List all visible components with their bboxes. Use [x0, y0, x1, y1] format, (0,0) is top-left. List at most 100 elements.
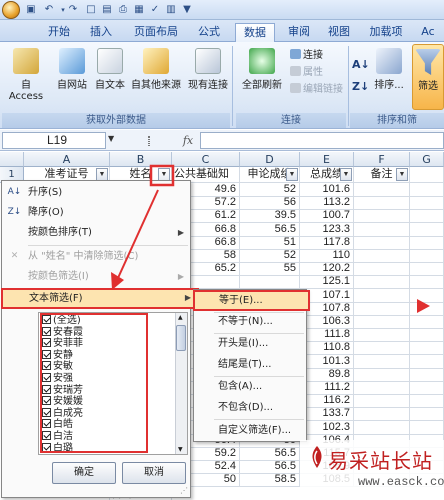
submenu-item-begins-with[interactable]: 开头是(I)... [194, 334, 306, 353]
table-cell[interactable]: 102.3 [300, 420, 354, 435]
table-cell[interactable]: 123.3 [300, 222, 354, 237]
table-cell[interactable]: 106.3 [300, 315, 354, 329]
from-access-button[interactable]: 自 Access [4, 48, 48, 102]
menu-item-sort-descending[interactable]: Z↓ 降序(O) [2, 203, 190, 222]
resize-grip-icon[interactable]: ⋰ [180, 487, 188, 495]
tab-insert[interactable]: 插入 [82, 23, 120, 42]
print-icon[interactable]: ▦ [132, 3, 146, 17]
office-button[interactable] [2, 1, 20, 19]
table-cell[interactable] [354, 288, 410, 303]
connections-button[interactable]: 连接 [290, 49, 323, 62]
from-text-button[interactable]: 自文本 [92, 48, 128, 91]
table-cell[interactable] [410, 183, 444, 197]
table-cell[interactable]: 56.5 [240, 222, 300, 237]
column-header-a[interactable]: A [24, 152, 110, 167]
table-cell[interactable] [354, 235, 410, 250]
table-cell[interactable] [354, 407, 410, 422]
submenu-item-ends-with[interactable]: 结尾是(T)... [194, 355, 306, 374]
name-box[interactable]: L19 [2, 132, 106, 149]
filter-dropdown-icon[interactable]: ▼ [396, 168, 408, 181]
column-header-b[interactable]: B [110, 152, 172, 167]
from-web-button[interactable]: 自网站 [52, 48, 92, 91]
table-cell[interactable] [354, 222, 410, 237]
table-cell[interactable] [354, 354, 410, 369]
table-cell[interactable] [410, 354, 444, 369]
header-cell-remarks[interactable]: 备注 ▼ [354, 167, 410, 183]
properties-button[interactable]: 属性 [290, 66, 323, 79]
column-header-c[interactable]: C [172, 152, 240, 167]
table-cell[interactable] [410, 209, 444, 224]
table-cell[interactable]: 110 [300, 249, 354, 263]
tab-acrobat[interactable]: Ac [414, 23, 442, 42]
tab-home[interactable]: 开始 [40, 23, 78, 42]
table-cell[interactable]: 100.7 [300, 209, 354, 224]
print-preview-icon[interactable]: ⎙ [116, 3, 130, 17]
sort-button[interactable]: 排序... [372, 48, 406, 91]
cancel-button[interactable]: 取消 [122, 462, 186, 484]
table-cell[interactable]: 56.5 [240, 460, 300, 475]
table-cell[interactable] [354, 249, 410, 263]
table-cell[interactable]: 110.8 [300, 341, 354, 356]
tab-view[interactable]: 视图 [322, 23, 356, 42]
table-cell[interactable] [354, 420, 410, 435]
insert-function-icon[interactable]: fx [178, 132, 198, 149]
table-cell[interactable] [410, 262, 444, 277]
tab-data[interactable]: 数据 [235, 23, 275, 42]
table-cell[interactable] [410, 341, 444, 356]
table-cell[interactable]: 120.2 [300, 262, 354, 277]
table-cell[interactable]: 56.5 [240, 447, 300, 461]
table-cell[interactable]: 101.3 [300, 354, 354, 369]
submenu-item-does-not-contain[interactable]: 不包含(D)... [194, 398, 306, 417]
table-cell[interactable] [354, 328, 410, 343]
tab-review[interactable]: 审阅 [282, 23, 316, 42]
refresh-all-button[interactable]: 全部刷新 [236, 48, 288, 91]
sort-descending-icon[interactable]: Z↓ [352, 80, 369, 93]
undo-icon[interactable]: ↶ [42, 3, 56, 17]
filter-dropdown-icon[interactable]: ▼ [340, 168, 352, 181]
menu-item-filter-by-color[interactable]: 按颜色筛选(I) ▶ [2, 267, 190, 286]
scroll-down-icon[interactable]: ▼ [178, 446, 183, 453]
table-cell[interactable] [410, 328, 444, 343]
save-icon[interactable]: ▣ [24, 3, 38, 17]
table-cell[interactable]: 133.7 [300, 407, 354, 422]
tab-add-ins[interactable]: 加载项 [364, 23, 408, 42]
table-cell[interactable] [410, 196, 444, 211]
menu-item-sort-ascending[interactable]: A↓ 升序(S) [2, 183, 190, 202]
table-cell[interactable]: 111.2 [300, 381, 354, 395]
table-cell[interactable] [410, 249, 444, 263]
open-folder-icon[interactable]: ▤ [100, 3, 114, 17]
table-cell[interactable] [354, 209, 410, 224]
chart-icon[interactable]: ▥ [164, 3, 178, 17]
from-other-sources-button[interactable]: 自其他来源 [128, 48, 184, 91]
table-cell[interactable] [410, 167, 444, 183]
table-cell[interactable] [410, 275, 444, 290]
table-cell[interactable] [410, 407, 444, 422]
table-cell[interactable] [410, 235, 444, 250]
table-cell[interactable] [354, 381, 410, 395]
redo-icon[interactable]: ↷ [66, 3, 80, 17]
menu-item-sort-by-color[interactable]: 按颜色排序(T) ▶ [2, 223, 190, 242]
table-cell[interactable] [410, 301, 444, 316]
filter-dropdown-icon[interactable]: ▼ [286, 168, 298, 181]
table-cell[interactable] [410, 288, 444, 303]
formula-input[interactable] [200, 132, 444, 149]
menu-item-text-filters[interactable]: 文本筛选(F) ▶ [1, 288, 199, 309]
table-cell[interactable]: 125.1 [300, 275, 354, 290]
table-cell[interactable] [410, 222, 444, 237]
spelling-icon[interactable]: ✓ [148, 3, 162, 17]
tab-formulas[interactable]: 公式 [190, 23, 228, 42]
new-document-icon[interactable]: □ [84, 3, 98, 17]
table-cell[interactable]: 51 [240, 235, 300, 250]
submenu-item-custom-filter[interactable]: 自定义筛选(F)... [194, 421, 306, 440]
submenu-item-contains[interactable]: 包含(A)... [194, 377, 306, 396]
table-cell[interactable]: 117.8 [300, 235, 354, 250]
column-header-g[interactable]: G [410, 152, 444, 167]
tab-page-layout[interactable]: 页面布局 [126, 23, 186, 42]
table-cell[interactable] [354, 315, 410, 329]
filter-icon[interactable]: ▼ [180, 3, 194, 17]
table-cell[interactable]: 58.5 [240, 473, 300, 488]
table-cell[interactable] [240, 275, 300, 290]
sort-ascending-icon[interactable]: A↓ [352, 58, 370, 71]
table-cell[interactable] [410, 381, 444, 395]
table-cell[interactable]: 55 [240, 262, 300, 277]
